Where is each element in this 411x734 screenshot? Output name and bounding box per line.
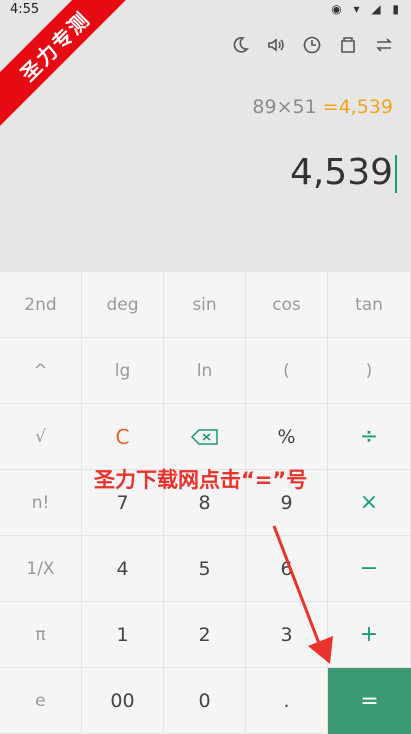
pi-key[interactable]: π xyxy=(0,602,82,668)
double-zero-key[interactable]: 00 xyxy=(82,668,164,734)
memory-icon[interactable] xyxy=(337,34,359,56)
minus-key[interactable]: − xyxy=(328,536,411,602)
preview-result: =4,539 xyxy=(322,96,393,118)
toolbar xyxy=(229,34,395,56)
ln-key[interactable]: ln xyxy=(164,338,246,404)
plus-key[interactable]: + xyxy=(328,602,411,668)
percent-key[interactable]: % xyxy=(246,404,328,470)
caption-overlay: 圣力下载网点击“=”号 xyxy=(94,468,308,492)
power-key[interactable]: ^ xyxy=(0,338,82,404)
digit-4-key[interactable]: 4 xyxy=(82,536,164,602)
factorial-key[interactable]: n! xyxy=(0,470,82,536)
result-value: 4,539 xyxy=(289,152,393,193)
tan-key[interactable]: tan xyxy=(328,272,411,338)
second-fn-key[interactable]: 2nd xyxy=(0,272,82,338)
deg-key[interactable]: deg xyxy=(82,272,164,338)
theme-night-icon[interactable] xyxy=(229,34,251,56)
open-paren-key[interactable]: ( xyxy=(246,338,328,404)
digit-0-key[interactable]: 0 xyxy=(164,668,246,734)
digit-5-key[interactable]: 5 xyxy=(164,536,246,602)
clear-button[interactable]: C xyxy=(82,404,164,470)
equals-button[interactable]: = xyxy=(328,668,411,734)
decimal-key[interactable]: . xyxy=(246,668,328,734)
expression-line: 89×51 =4,539 xyxy=(252,96,393,118)
sqrt-key[interactable]: √ xyxy=(0,404,82,470)
status-icons: ◉ ▾ ◢ ▮ xyxy=(331,2,403,16)
sin-key[interactable]: sin xyxy=(164,272,246,338)
status-time: 4:55 xyxy=(10,2,40,17)
euler-key[interactable]: e xyxy=(0,668,82,734)
switch-icon[interactable] xyxy=(373,34,395,56)
sound-icon[interactable] xyxy=(265,34,287,56)
close-paren-key[interactable]: ) xyxy=(328,338,411,404)
main-result: 4,539 xyxy=(290,152,397,193)
multiply-key[interactable]: × xyxy=(328,470,411,536)
backspace-icon[interactable] xyxy=(164,404,246,470)
log-key[interactable]: lg xyxy=(82,338,164,404)
keypad: 2nd deg sin cos tan ^ lg ln() √ C% ÷ n! 7 8 9 × 1/X 4 5 6− π… xyxy=(0,272,411,734)
divide-key[interactable]: ÷ xyxy=(328,404,411,470)
digit-2-key[interactable]: 2 xyxy=(164,602,246,668)
expression-text: 89×51 xyxy=(252,96,317,118)
digit-6-key[interactable]: 6 xyxy=(246,536,328,602)
digit-1-key[interactable]: 1 xyxy=(82,602,164,668)
digit-3-key[interactable]: 3 xyxy=(246,602,328,668)
history-icon[interactable] xyxy=(301,34,323,56)
cos-key[interactable]: cos xyxy=(246,272,328,338)
reciprocal-key[interactable]: 1/X xyxy=(0,536,82,602)
text-cursor xyxy=(395,155,397,193)
